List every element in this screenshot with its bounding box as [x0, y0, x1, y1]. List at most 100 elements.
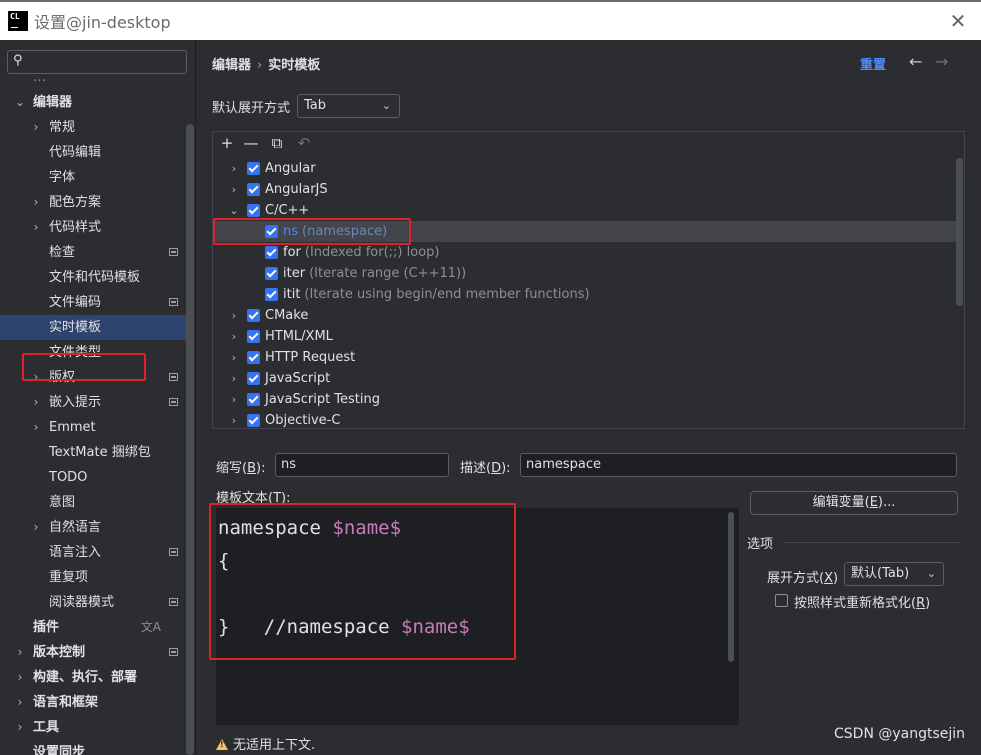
chevron-right-icon[interactable]: ›: [30, 215, 42, 240]
template-checkbox[interactable]: [247, 309, 260, 322]
sidebar-item-label: 编辑器: [33, 95, 73, 110]
chevron-right-icon[interactable]: ›: [229, 305, 239, 326]
close-icon[interactable]: ✕: [947, 10, 969, 32]
template-group-row[interactable]: › JavaScript: [213, 368, 963, 389]
context-warning: 无适用上下文.: [216, 734, 315, 753]
sidebar-item[interactable]: 检查: [0, 240, 186, 265]
template-checkbox[interactable]: [247, 162, 260, 175]
template-description: (Iterate range (C++11)): [309, 266, 467, 281]
sidebar-item[interactable]: TextMate 捆绑包: [0, 440, 186, 465]
template-checkbox[interactable]: [265, 288, 278, 301]
chevron-right-icon[interactable]: ›: [14, 665, 26, 690]
sidebar-item[interactable]: 插件 文A: [0, 615, 186, 640]
sidebar-item[interactable]: › 嵌入提示: [0, 390, 186, 415]
sidebar-item-label: 阅读器模式: [49, 595, 115, 610]
chevron-right-icon[interactable]: ›: [30, 190, 42, 215]
template-checkbox[interactable]: [247, 372, 260, 385]
editor-scrollbar[interactable]: [728, 512, 734, 662]
template-group-row[interactable]: › HTTP Request: [213, 347, 963, 368]
copy-icon[interactable]: ⧉: [268, 134, 286, 152]
expand-with-value: 默认(Tab): [851, 566, 910, 581]
template-group-row[interactable]: › Objective-C: [213, 410, 963, 428]
chevron-right-icon[interactable]: ›: [229, 389, 239, 410]
sidebar-item[interactable]: › 代码样式: [0, 215, 186, 240]
sidebar-item[interactable]: 意图: [0, 490, 186, 515]
default-expand-select[interactable]: Tab ⌄: [297, 94, 400, 118]
reformat-label[interactable]: 按照样式重新格式化(R): [794, 592, 930, 611]
sidebar-item[interactable]: › 语言和框架: [0, 690, 186, 715]
sidebar-item[interactable]: 文件编码: [0, 290, 186, 315]
template-checkbox[interactable]: [265, 267, 278, 280]
sidebar-item[interactable]: 重复项: [0, 565, 186, 590]
sidebar-item[interactable]: 字体: [0, 165, 186, 190]
sidebar-item[interactable]: TODO: [0, 465, 186, 490]
chevron-right-icon[interactable]: ›: [30, 515, 42, 540]
chevron-right-icon[interactable]: ›: [14, 715, 26, 740]
default-expand-value: Tab: [304, 98, 327, 113]
sidebar-item[interactable]: › 自然语言: [0, 515, 186, 540]
template-name: Objective-C: [265, 410, 340, 428]
sidebar-item[interactable]: › 版本控制: [0, 640, 186, 665]
search-input[interactable]: [30, 53, 180, 71]
abbreviation-input[interactable]: ns: [275, 453, 449, 477]
breadcrumb-root[interactable]: 编辑器: [212, 58, 251, 73]
template-checkbox[interactable]: [247, 351, 260, 364]
template-group-row[interactable]: › AngularJS: [213, 179, 963, 200]
template-checkbox[interactable]: [247, 393, 260, 406]
sidebar-item[interactable]: 阅读器模式: [0, 590, 186, 615]
template-checkbox[interactable]: [247, 183, 260, 196]
sidebar-item[interactable]: › 构建、执行、部署: [0, 665, 186, 690]
back-arrow-icon[interactable]: ←: [909, 52, 922, 71]
chevron-right-icon[interactable]: ›: [30, 390, 42, 415]
annotation-box-ns: [213, 218, 411, 245]
sidebar-item[interactable]: 实时模板: [0, 315, 186, 340]
sidebar-item-label: 文件编码: [49, 295, 102, 310]
sidebar-item[interactable]: › 工具: [0, 715, 186, 740]
restore-icon[interactable]: ↶: [295, 134, 313, 152]
sidebar-item[interactable]: 代码编辑: [0, 140, 186, 165]
sidebar-item[interactable]: › Emmet: [0, 415, 186, 440]
template-row[interactable]: for (Indexed for(;;) loop): [213, 242, 963, 263]
templates-scrollbar[interactable]: [956, 158, 963, 306]
chevron-right-icon[interactable]: ›: [30, 415, 42, 440]
chevron-right-icon[interactable]: ›: [229, 326, 239, 347]
sidebar-item[interactable]: › 配色方案: [0, 190, 186, 215]
sidebar-scrollbar[interactable]: [186, 124, 194, 755]
chevron-right-icon[interactable]: ›: [14, 690, 26, 715]
add-icon[interactable]: +: [218, 134, 236, 152]
chevron-right-icon[interactable]: ›: [229, 158, 239, 179]
template-checkbox[interactable]: [247, 414, 260, 427]
template-checkbox[interactable]: [247, 330, 260, 343]
forward-arrow-icon[interactable]: →: [935, 52, 948, 71]
chevron-right-icon[interactable]: ›: [14, 640, 26, 665]
chevron-right-icon[interactable]: ›: [229, 347, 239, 368]
sidebar-item[interactable]: › 常规: [0, 115, 186, 140]
chevron-right-icon[interactable]: ›: [229, 179, 239, 200]
template-group-row[interactable]: › JavaScript Testing: [213, 389, 963, 410]
edit-variables-button[interactable]: 编辑变量(E)...: [750, 491, 958, 515]
template-group-row[interactable]: › Angular: [213, 158, 963, 179]
remove-icon[interactable]: —: [242, 134, 260, 152]
reformat-checkbox[interactable]: [775, 594, 788, 607]
chevron-right-icon[interactable]: ›: [229, 410, 239, 428]
template-checkbox[interactable]: [247, 204, 260, 217]
template-abbr: C/C++: [265, 203, 310, 218]
reset-link[interactable]: 重置: [860, 54, 886, 73]
settings-search[interactable]: ⚲: [7, 50, 187, 74]
template-row[interactable]: itit (Iterate using begin/end member func…: [213, 284, 963, 305]
description-input[interactable]: namespace: [520, 453, 957, 477]
template-group-row[interactable]: › HTML/XML: [213, 326, 963, 347]
template-group-row[interactable]: › CMake: [213, 305, 963, 326]
sidebar-item[interactable]: ⌄ 编辑器: [0, 90, 186, 115]
template-checkbox[interactable]: [265, 246, 278, 259]
chevron-right-icon[interactable]: ›: [30, 115, 42, 140]
template-abbr: JavaScript: [265, 371, 331, 386]
chevron-down-icon[interactable]: ⌄: [14, 90, 26, 115]
sidebar-item[interactable]: 设置同步: [0, 740, 186, 755]
expand-with-select[interactable]: 默认(Tab) ⌄: [844, 562, 944, 586]
sidebar-item[interactable]: 语言注入: [0, 540, 186, 565]
sidebar-item[interactable]: 文件和代码模板: [0, 265, 186, 290]
chevron-right-icon[interactable]: ›: [229, 368, 239, 389]
sidebar-item-label: 配色方案: [49, 195, 102, 210]
template-row[interactable]: iter (Iterate range (C++11)): [213, 263, 963, 284]
